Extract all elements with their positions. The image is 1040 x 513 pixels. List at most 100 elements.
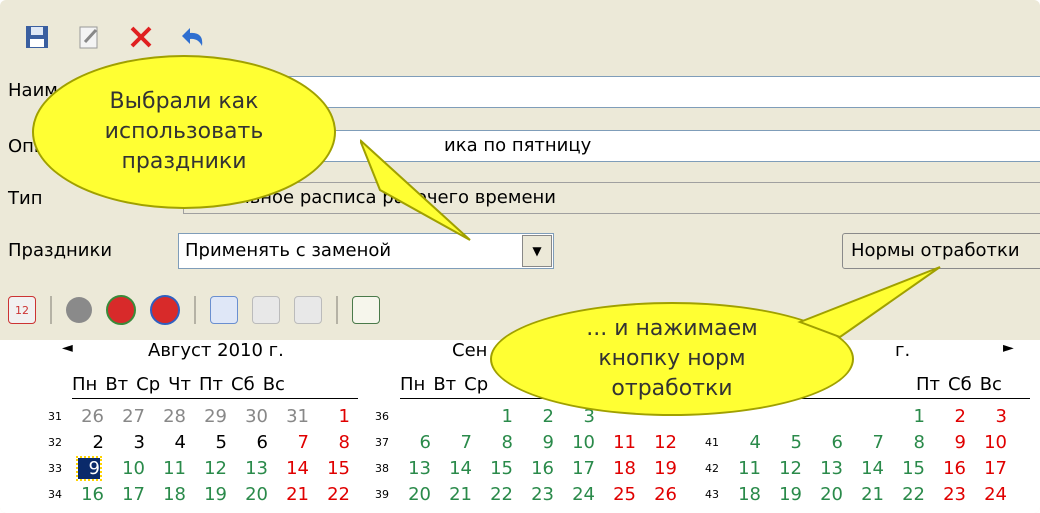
calendar-day[interactable]: 21 xyxy=(283,484,309,505)
edit-icon[interactable] xyxy=(74,22,104,52)
schedule-icon[interactable] xyxy=(210,296,238,324)
calendar-day[interactable]: 10 xyxy=(569,432,595,453)
calendar-day[interactable]: 11 xyxy=(160,458,186,479)
calendar-day[interactable]: 26 xyxy=(78,406,104,427)
weekday: Пн xyxy=(72,374,98,395)
calendar-day[interactable]: 13 xyxy=(405,458,431,479)
calendar-day[interactable]: 20 xyxy=(405,484,431,505)
next-month-icon[interactable]: ► xyxy=(1003,340,1014,356)
calendar-day[interactable]: 20 xyxy=(817,484,843,505)
calendar-day[interactable]: 15 xyxy=(324,458,350,479)
separator xyxy=(50,296,52,324)
calendar-day[interactable]: 8 xyxy=(324,432,350,453)
calendar-day[interactable]: 18 xyxy=(160,484,186,505)
calendar-day[interactable]: 22 xyxy=(487,484,513,505)
calendar-day[interactable]: 7 xyxy=(283,432,309,453)
calendar-day[interactable]: 16 xyxy=(940,458,966,479)
calendar-day[interactable]: 5 xyxy=(201,432,227,453)
calendar-day[interactable]: 14 xyxy=(283,458,309,479)
calendar-day[interactable]: 10 xyxy=(981,432,1007,453)
calendar-day[interactable]: 18 xyxy=(735,484,761,505)
calendar-day[interactable]: 8 xyxy=(899,432,925,453)
weekday: Пт xyxy=(916,374,941,395)
calendar-day[interactable]: 6 xyxy=(242,432,268,453)
calendar-day[interactable]: 24 xyxy=(569,484,595,505)
week-number: 43 xyxy=(705,488,719,501)
calendar-day[interactable]: 21 xyxy=(858,484,884,505)
calendar-day[interactable]: 14 xyxy=(858,458,884,479)
calendar-day[interactable]: 19 xyxy=(201,484,227,505)
calendar-day[interactable]: 26 xyxy=(651,484,677,505)
calendar-day[interactable]: 17 xyxy=(981,458,1007,479)
calendar-day[interactable]: 2 xyxy=(78,432,104,453)
calendar-day[interactable]: 7 xyxy=(446,432,472,453)
schedule-disabled-2-icon xyxy=(294,296,322,324)
calendar-day[interactable]: 6 xyxy=(405,432,431,453)
calendar-day[interactable]: 4 xyxy=(160,432,186,453)
calendar-day[interactable]: 3 xyxy=(119,432,145,453)
calendar-day[interactable]: 17 xyxy=(569,458,595,479)
calendar-day[interactable]: 11 xyxy=(610,432,636,453)
calendar-day[interactable]: 3 xyxy=(981,406,1007,427)
month-title-august: Август 2010 г. xyxy=(148,340,284,361)
calendar-day[interactable]: 19 xyxy=(776,484,802,505)
calendar-day[interactable]: 4 xyxy=(735,432,761,453)
calendar-day[interactable]: 21 xyxy=(446,484,472,505)
calendar-day[interactable]: 15 xyxy=(899,458,925,479)
calendar-day[interactable]: 12 xyxy=(776,458,802,479)
save-icon[interactable] xyxy=(22,22,52,52)
delete-icon[interactable] xyxy=(126,22,156,52)
calendar-day[interactable]: 19 xyxy=(651,458,677,479)
calendar-day[interactable]: 16 xyxy=(78,484,104,505)
calendar-day[interactable]: 16 xyxy=(528,458,554,479)
calendar-day[interactable]: 11 xyxy=(735,458,761,479)
calendar-day[interactable]: 18 xyxy=(610,458,636,479)
calendar-day[interactable]: 29 xyxy=(201,406,227,427)
calendar-day[interactable]: 15 xyxy=(487,458,513,479)
chevron-down-icon[interactable]: ▼ xyxy=(522,235,552,267)
calendar-day[interactable]: 28 xyxy=(160,406,186,427)
calendar-day[interactable]: 12 xyxy=(651,432,677,453)
calendar-day[interactable]: 13 xyxy=(817,458,843,479)
calendar-day[interactable]: 22 xyxy=(324,484,350,505)
separator xyxy=(336,296,338,324)
calendar-day[interactable]: 17 xyxy=(119,484,145,505)
calendar-day[interactable]: 14 xyxy=(446,458,472,479)
week-number: 34 xyxy=(48,488,62,501)
calendar-day[interactable]: 23 xyxy=(940,484,966,505)
calendar-day[interactable]: 25 xyxy=(610,484,636,505)
week-number: 31 xyxy=(48,410,62,423)
weekday: Ср xyxy=(464,374,489,395)
calendar-day[interactable]: 2 xyxy=(528,406,554,427)
red-blue-circle-icon[interactable] xyxy=(150,295,180,325)
calendar-day[interactable]: 31 xyxy=(283,406,309,427)
calendar-day[interactable]: 9 xyxy=(76,456,102,481)
calendar-day[interactable]: 12 xyxy=(201,458,227,479)
calendar-day[interactable]: 8 xyxy=(487,432,513,453)
week-number: 33 xyxy=(48,462,62,475)
calendar-day[interactable]: 5 xyxy=(776,432,802,453)
calendar-day[interactable]: 27 xyxy=(119,406,145,427)
calendar-icon[interactable]: 12 xyxy=(8,296,36,324)
calendar-day[interactable]: 20 xyxy=(242,484,268,505)
calendar-day[interactable]: 10 xyxy=(119,458,145,479)
red-green-circle-icon[interactable] xyxy=(106,295,136,325)
calendar-day[interactable]: 13 xyxy=(242,458,268,479)
undo-icon[interactable] xyxy=(178,22,208,52)
calendar-day[interactable]: 2 xyxy=(940,406,966,427)
calendar-day[interactable]: 24 xyxy=(981,484,1007,505)
calendar-day[interactable]: 30 xyxy=(242,406,268,427)
calendar-day[interactable]: 1 xyxy=(324,406,350,427)
week-number: 32 xyxy=(48,436,62,449)
calendar-day[interactable]: 9 xyxy=(940,432,966,453)
calendar-day[interactable]: 9 xyxy=(528,432,554,453)
calendar-day[interactable]: 1 xyxy=(899,406,925,427)
calendar-day[interactable]: 7 xyxy=(858,432,884,453)
calendar-day[interactable]: 6 xyxy=(817,432,843,453)
calendar-day[interactable]: 23 xyxy=(528,484,554,505)
prev-month-icon[interactable]: ◄ xyxy=(62,340,73,356)
calendar-day[interactable]: 22 xyxy=(899,484,925,505)
grid-icon[interactable] xyxy=(352,296,380,324)
gray-refresh-icon[interactable] xyxy=(66,297,92,323)
calendar-day[interactable]: 1 xyxy=(487,406,513,427)
